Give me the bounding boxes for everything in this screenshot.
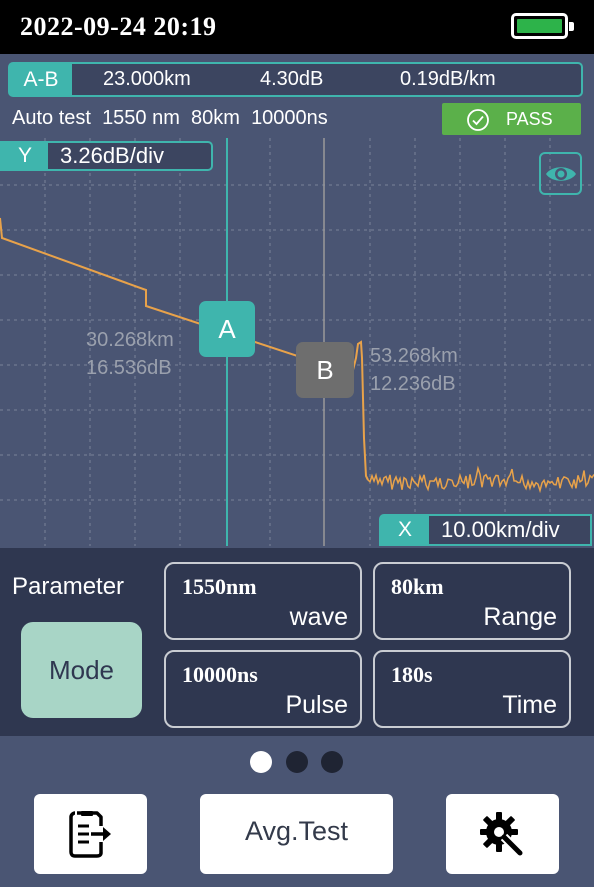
pulse-value: 10000ns xyxy=(182,662,258,687)
range-label: Range xyxy=(483,603,557,631)
datetime: 2022-09-24 20:19 xyxy=(20,12,217,41)
avg-test-label: Avg.Test xyxy=(244,816,349,846)
time-param-card[interactable]: 180s Time xyxy=(373,650,571,728)
trace-noise xyxy=(367,465,594,494)
battery-full-icon xyxy=(511,13,574,39)
parameters-title: Parameter xyxy=(12,573,125,600)
time-label: Time xyxy=(502,691,557,719)
cursor-b-handle[interactable]: B xyxy=(296,342,354,398)
cursor-b-readout: 53.268km 12.236dB xyxy=(370,342,458,398)
cursor-a-loss: 16.536dB xyxy=(86,357,172,379)
test-pulse: 10000ns xyxy=(251,107,328,129)
export-file-icon xyxy=(69,811,111,858)
ab-label: A-B xyxy=(10,64,72,95)
y-scale-label: Y xyxy=(2,143,48,169)
cursor-b-loss: 12.236dB xyxy=(370,373,456,395)
check-circle-icon xyxy=(467,109,489,131)
pulse-param-card[interactable]: 10000ns Pulse xyxy=(164,650,362,728)
page-dot-1[interactable] xyxy=(250,751,272,773)
ab-loss: 4.30dB xyxy=(260,68,324,90)
settings-gear-wrench-icon xyxy=(480,812,524,857)
range-param-card[interactable]: 80km Range xyxy=(373,562,571,640)
wave-value: 1550nm xyxy=(182,574,257,599)
test-mode: Auto test xyxy=(12,107,91,129)
wave-label: wave xyxy=(289,603,348,631)
page-dot-3[interactable] xyxy=(321,751,343,773)
cursor-b-distance: 53.268km xyxy=(370,345,458,367)
export-button[interactable] xyxy=(34,794,147,874)
y-scale-box[interactable]: Y 3.26dB/div xyxy=(0,141,213,171)
x-scale-box[interactable]: X 10.00km/div xyxy=(379,514,592,546)
x-scale-label: X xyxy=(381,516,429,544)
test-info: Auto test 1550 nm 80km 10000ns xyxy=(12,107,328,130)
ab-info-bar: A-B 23.000km 4.30dB 0.19dB/km xyxy=(8,62,583,97)
cursor-a-readout: 30.268km 16.536dB xyxy=(86,326,174,382)
pass-badge: PASS xyxy=(442,103,581,135)
settings-button[interactable] xyxy=(446,794,559,874)
eye-icon xyxy=(546,167,576,181)
wave-param-card[interactable]: 1550nm wave xyxy=(164,562,362,640)
range-value: 80km xyxy=(391,574,444,599)
cursor-a-distance: 30.268km xyxy=(86,329,174,351)
ab-attenuation: 0.19dB/km xyxy=(400,68,496,90)
page-dot-2[interactable] xyxy=(286,751,308,773)
x-scale-value: 10.00km/div xyxy=(441,517,560,542)
avg-test-button[interactable]: Avg.Test xyxy=(200,794,393,874)
ab-distance: 23.000km xyxy=(103,68,191,90)
test-range: 80km xyxy=(191,107,240,129)
pulse-label: Pulse xyxy=(285,691,348,719)
test-wavelength: 1550 nm xyxy=(102,107,180,129)
status-bar: 2022-09-24 20:19 xyxy=(0,0,594,54)
mode-button[interactable]: Mode xyxy=(21,622,142,718)
view-toggle-button[interactable] xyxy=(539,152,582,195)
y-scale-value: 3.26dB/div xyxy=(60,143,164,168)
cursor-a-handle[interactable]: A xyxy=(199,301,255,357)
time-value: 180s xyxy=(391,662,433,687)
pass-label: PASS xyxy=(506,109,553,129)
